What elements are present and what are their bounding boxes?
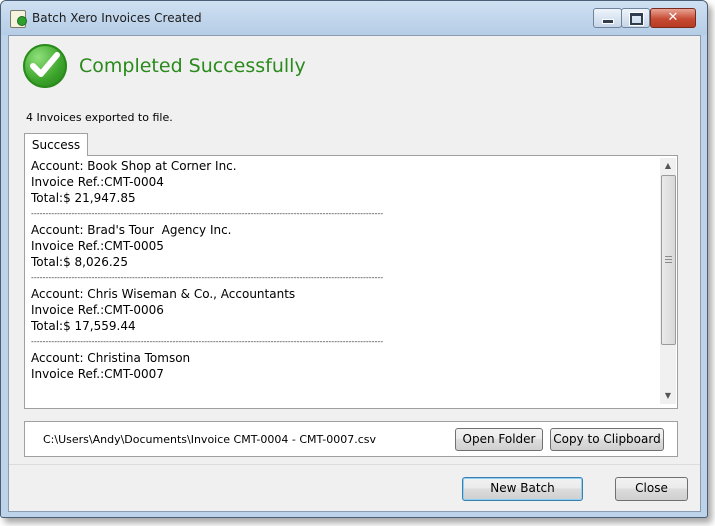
separator: ----------------------------------------… [31,209,384,218]
invoice-ref: Invoice Ref.:CMT-0005 [31,239,164,253]
invoice-total: Total:$ 8,026.25 [31,255,128,269]
success-check-icon [23,44,67,88]
title-bar[interactable]: Batch Xero Invoices Created ✕ [1,1,707,35]
invoice-ref: Invoice Ref.:CMT-0004 [31,175,164,189]
minimize-button[interactable] [593,8,622,28]
separator: ----------------------------------------… [31,337,384,346]
invoice-account: Account: Chris Wiseman & Co., Accountant… [31,287,296,301]
close-icon: ✕ [667,10,679,25]
export-file-path: C:\Users\Andy\Documents\Invoice CMT-0004… [43,433,376,446]
close-button[interactable]: Close [615,477,688,501]
list-item: Account: Brad's Tour Agency Inc. Invoice… [29,222,657,286]
invoice-account: Account: Book Shop at Corner Inc. [31,159,237,173]
dialog-window: Batch Xero Invoices Created ✕ Completed … [0,0,708,518]
open-folder-button[interactable]: Open Folder [455,428,543,451]
invoice-ref: Invoice Ref.:CMT-0007 [31,367,164,381]
scrollbar-thumb[interactable] [661,175,676,345]
scroll-down-arrow-icon[interactable]: ▼ [660,388,676,404]
app-icon [10,10,27,28]
export-summary: 4 Invoices exported to file. [26,111,173,124]
dialog-body: Completed Successfully 4 Invoices export… [8,35,701,512]
results-panel: Account: Book Shop at Corner Inc. Invoic… [24,155,678,409]
separator: ----------------------------------------… [31,273,384,282]
maximize-icon [630,13,643,25]
list-item: Account: Book Shop at Corner Inc. Invoic… [29,158,657,222]
list-item: Account: Chris Wiseman & Co., Accountant… [29,286,657,350]
copy-to-clipboard-button[interactable]: Copy to Clipboard [550,428,664,451]
tab-success[interactable]: Success [24,133,88,156]
invoice-account: Account: Christina Tomson [31,351,191,365]
list-item: Account: Christina Tomson Invoice Ref.:C… [29,350,657,382]
invoice-list[interactable]: Account: Book Shop at Corner Inc. Invoic… [29,158,657,404]
vertical-scrollbar[interactable]: ▲ ▼ [660,158,676,404]
invoice-account: Account: Brad's Tour Agency Inc. [31,223,232,237]
window-close-button[interactable]: ✕ [650,8,696,28]
status-headline: Completed Successfully [79,55,306,77]
dialog-footer: New Batch Close [9,464,700,511]
grip-icon [665,256,672,263]
invoice-total: Total:$ 17,559.44 [31,319,136,333]
new-batch-button[interactable]: New Batch [462,477,583,501]
scroll-up-arrow-icon[interactable]: ▲ [660,158,676,174]
invoice-ref: Invoice Ref.:CMT-0006 [31,303,164,317]
file-path-box: C:\Users\Andy\Documents\Invoice CMT-0004… [24,421,678,457]
minimize-icon [602,19,614,24]
window-title: Batch Xero Invoices Created [32,11,202,25]
maximize-button[interactable] [621,8,650,28]
invoice-total: Total:$ 21,947.85 [31,191,136,205]
